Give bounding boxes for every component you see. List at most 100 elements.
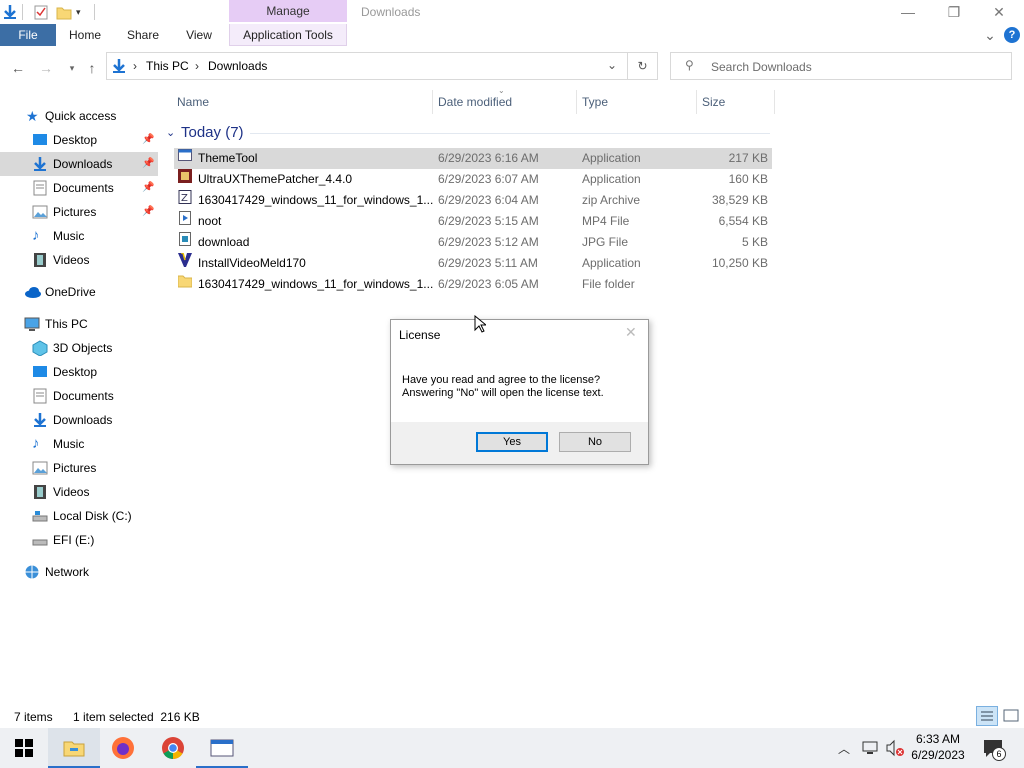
- 3d-objects-icon: [32, 340, 48, 357]
- nav-pc-videos[interactable]: Videos: [0, 480, 158, 504]
- nav-downloads-selected[interactable]: Downloads 📌: [0, 152, 158, 176]
- nav-documents[interactable]: Documents 📌: [0, 176, 158, 200]
- column-divider[interactable]: [432, 90, 433, 114]
- tab-file[interactable]: File: [0, 24, 56, 46]
- installer-icon: [178, 169, 192, 183]
- nav-pc-pictures[interactable]: Pictures: [0, 456, 158, 480]
- column-divider[interactable]: [696, 90, 697, 114]
- zip-icon: Z: [178, 190, 192, 204]
- refresh-button[interactable]: ↻: [628, 52, 658, 80]
- nav-3d-objects[interactable]: 3D Objects: [0, 336, 158, 360]
- no-button[interactable]: No: [559, 432, 631, 452]
- volume-muted-icon[interactable]: [885, 739, 905, 757]
- file-row[interactable]: UltraUXThemePatcher_4.4.0 6/29/2023 6:07…: [174, 169, 772, 190]
- back-arrow-icon[interactable]: ←: [8, 58, 28, 78]
- file-explorer-icon: [62, 736, 86, 760]
- nav-network[interactable]: Network: [0, 560, 158, 584]
- file-date: 6/29/2023 5:11 AM: [438, 256, 538, 270]
- minimize-button[interactable]: —: [885, 0, 931, 24]
- nav-desktop[interactable]: Desktop 📌: [0, 128, 158, 152]
- downloads-icon: [32, 156, 48, 172]
- yes-button[interactable]: Yes: [476, 432, 548, 452]
- large-icons-view-icon[interactable]: [1002, 707, 1020, 725]
- address-dropdown-icon[interactable]: ⌄: [607, 58, 617, 72]
- title-bar: ▾ Manage Downloads — ❐ ✕: [0, 0, 1024, 24]
- address-bar[interactable]: › This PC › Downloads ⌄: [106, 52, 628, 80]
- breadcrumb-downloads[interactable]: Downloads: [208, 59, 267, 73]
- tray-overflow-icon[interactable]: ︿: [838, 740, 850, 757]
- qa-customize-icon[interactable]: ▾: [76, 4, 92, 20]
- column-header-name[interactable]: Name: [177, 90, 209, 114]
- properties-icon[interactable]: [33, 4, 49, 20]
- breadcrumb-this-pc[interactable]: This PC: [146, 59, 189, 73]
- network-icon: [24, 564, 40, 580]
- tab-home[interactable]: Home: [60, 24, 110, 46]
- file-row-selected[interactable]: ThemeTool 6/29/2023 6:16 AM Application …: [174, 148, 772, 169]
- nav-quick-access[interactable]: ★ Quick access: [0, 104, 158, 128]
- item-count: 7 items: [14, 710, 53, 724]
- search-box[interactable]: ⚲ Search Downloads: [670, 52, 1012, 80]
- recent-locations-icon[interactable]: ▾: [62, 58, 82, 78]
- column-header-type[interactable]: Type: [582, 90, 608, 114]
- nav-pc-desktop[interactable]: Desktop: [0, 360, 158, 384]
- new-folder-icon[interactable]: [56, 4, 72, 20]
- nav-label: 3D Objects: [53, 341, 113, 355]
- tab-share[interactable]: Share: [118, 24, 168, 46]
- up-arrow-icon[interactable]: ↑: [82, 58, 102, 78]
- dialog-close-icon[interactable]: ✕: [625, 324, 637, 341]
- taskbar-file-explorer[interactable]: [48, 728, 100, 768]
- group-collapse-icon[interactable]: ⌄: [166, 126, 175, 139]
- column-divider[interactable]: [774, 90, 775, 114]
- forward-arrow-icon[interactable]: →: [36, 58, 56, 78]
- collapse-ribbon-icon[interactable]: ⌄: [980, 24, 1000, 46]
- nav-pc-downloads[interactable]: Downloads: [0, 408, 158, 432]
- nav-local-disk-c[interactable]: Local Disk (C:): [0, 504, 158, 528]
- nav-pc-music[interactable]: ♪ Music: [0, 432, 158, 456]
- close-button[interactable]: ✕: [976, 0, 1022, 24]
- download-arrow-icon[interactable]: [2, 4, 18, 20]
- license-dialog: License ✕ Have you read and agree to the…: [390, 319, 649, 465]
- nav-videos[interactable]: Videos: [0, 248, 158, 272]
- this-pc-icon: [24, 316, 40, 332]
- music-icon: ♪: [32, 227, 40, 244]
- documents-icon: [32, 388, 48, 404]
- windows-start-icon[interactable]: [12, 736, 36, 760]
- column-header-date-modified[interactable]: Date modified: [438, 90, 512, 114]
- firefox-icon[interactable]: [111, 736, 135, 760]
- file-date: 6/29/2023 6:07 AM: [438, 172, 539, 186]
- help-icon[interactable]: ?: [1004, 27, 1020, 43]
- file-date: 6/29/2023 6:04 AM: [438, 193, 539, 207]
- file-size: 38,529 KB: [711, 193, 768, 207]
- onedrive-cloud-icon: [24, 284, 41, 300]
- column-header-size[interactable]: Size: [702, 90, 725, 114]
- ribbon-tabs: File Home Share View Application Tools ⌄…: [0, 24, 1024, 47]
- column-divider[interactable]: [576, 90, 577, 114]
- file-row[interactable]: Z 1630417429_windows_11_for_windows_1...…: [174, 190, 772, 211]
- chrome-icon[interactable]: [161, 736, 185, 760]
- file-row[interactable]: InstallVideoMeld170 6/29/2023 5:11 AM Ap…: [174, 252, 772, 274]
- details-view-icon[interactable]: [976, 706, 998, 726]
- desktop-icon: [32, 364, 48, 380]
- notification-center-icon[interactable]: 6: [982, 738, 1006, 761]
- drive-icon: [32, 508, 48, 524]
- nav-onedrive[interactable]: OneDrive: [0, 280, 158, 304]
- clock[interactable]: 6:33 AM 6/29/2023: [908, 731, 968, 763]
- nav-this-pc[interactable]: This PC: [0, 312, 158, 336]
- tab-view[interactable]: View: [176, 24, 222, 46]
- restore-button[interactable]: ❐: [931, 0, 977, 24]
- network-status-icon[interactable]: [861, 740, 879, 756]
- nav-label: Local Disk (C:): [53, 509, 132, 523]
- group-header-today[interactable]: Today (7): [181, 122, 244, 144]
- file-type: Application: [582, 256, 641, 270]
- dialog-title: License: [399, 328, 441, 342]
- taskbar-theme-tool[interactable]: [196, 728, 248, 768]
- nav-pc-documents[interactable]: Documents: [0, 384, 158, 408]
- file-row[interactable]: 1630417429_windows_11_for_windows_1... 6…: [174, 274, 772, 295]
- nav-music[interactable]: ♪ Music: [0, 224, 158, 248]
- tab-application-tools[interactable]: Application Tools: [229, 24, 347, 46]
- nav-pictures[interactable]: Pictures 📌: [0, 200, 158, 224]
- dialog-message-line2: Answering "No" will open the license tex…: [402, 387, 604, 399]
- nav-efi-e[interactable]: EFI (E:): [0, 528, 158, 552]
- file-row[interactable]: noot 6/29/2023 5:15 AM MP4 File 6,554 KB: [174, 211, 772, 232]
- file-row[interactable]: download 6/29/2023 5:12 AM JPG File 5 KB: [174, 232, 772, 253]
